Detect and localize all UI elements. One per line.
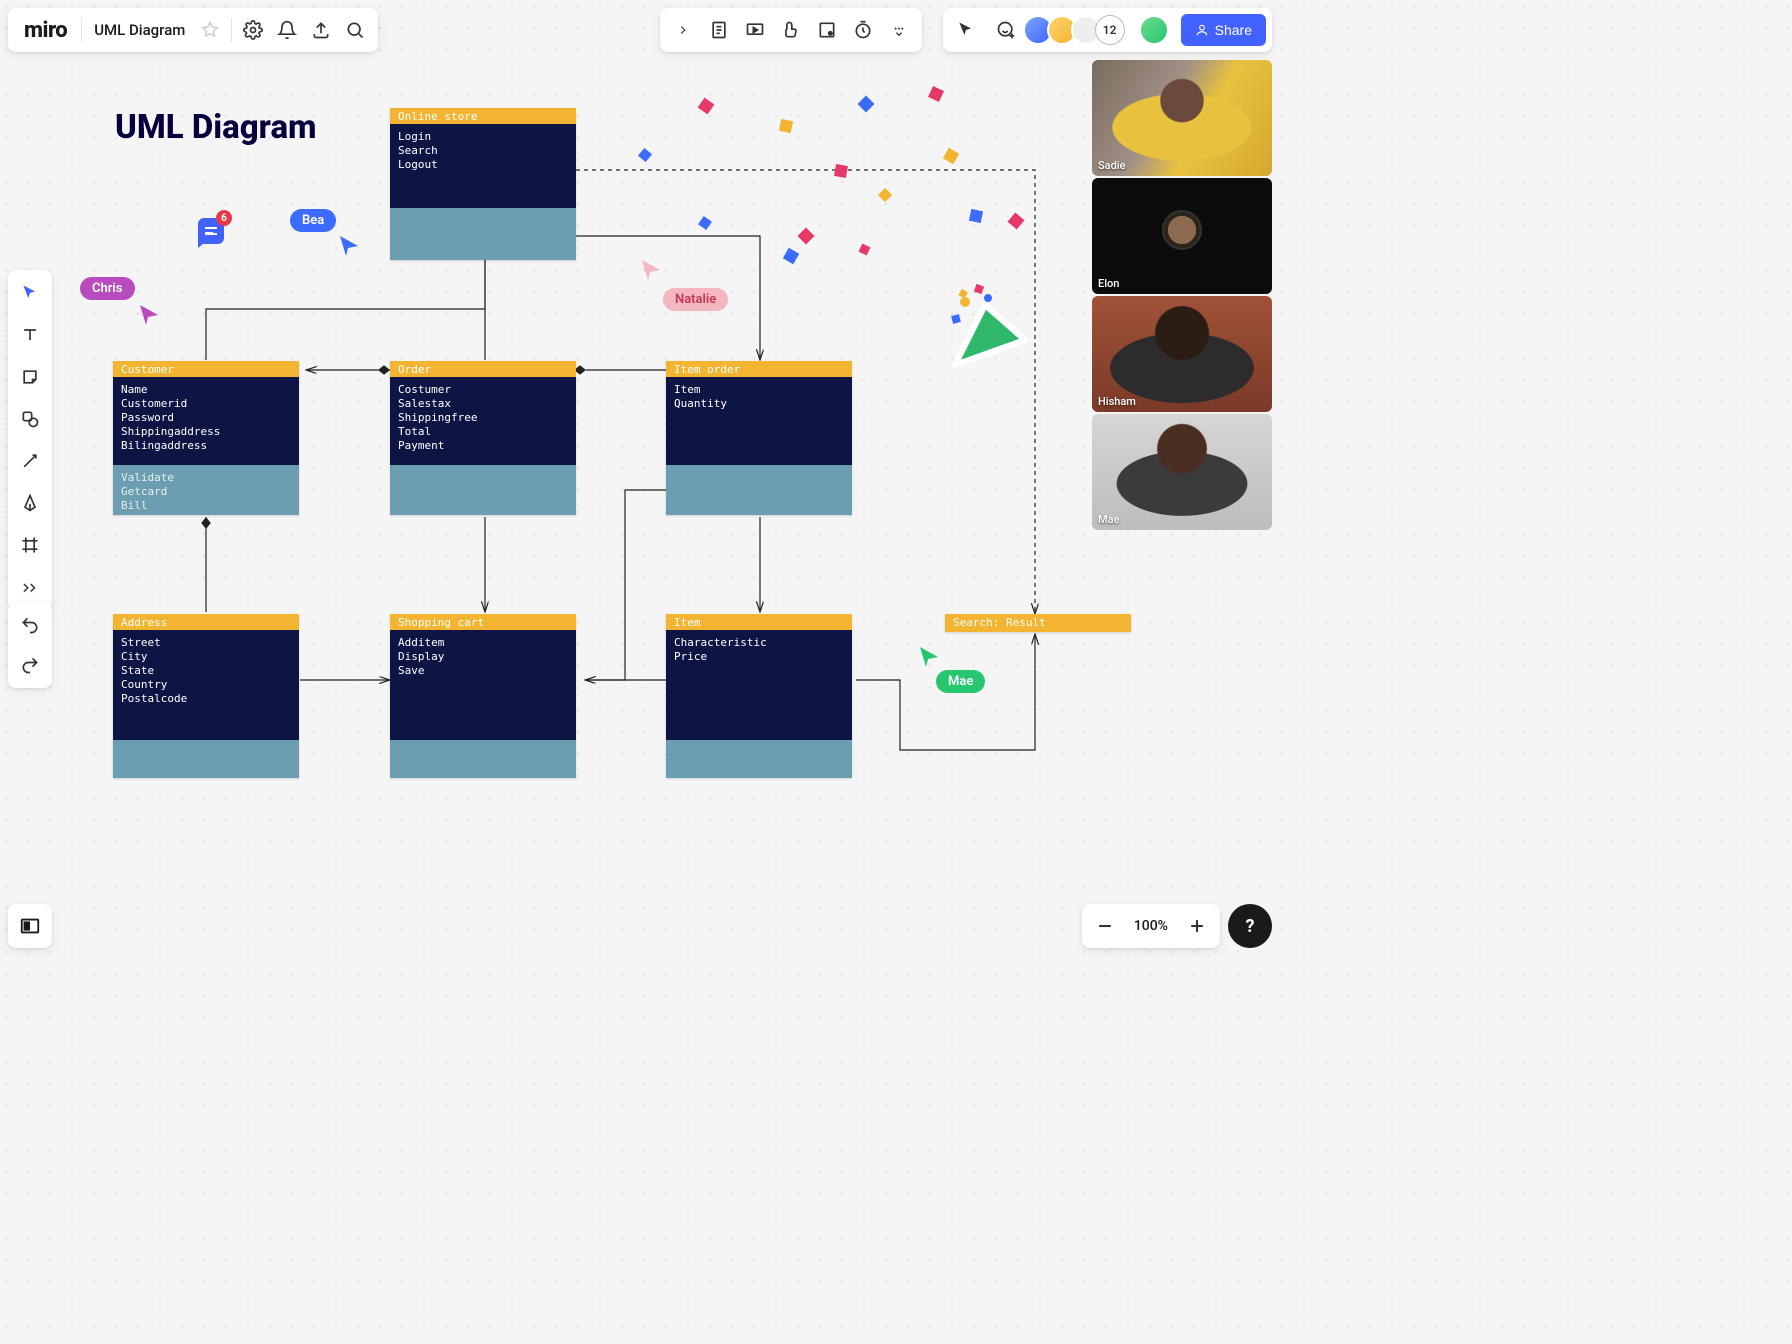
- uml-order[interactable]: Order Costumer Salestax Shippingfree Tot…: [390, 361, 576, 515]
- zoom-out-icon[interactable]: [1088, 909, 1122, 943]
- uml-footer-pad: [113, 740, 299, 778]
- undo-icon[interactable]: [13, 608, 47, 642]
- video-tile[interactable]: Hisham: [1092, 296, 1272, 412]
- video-name: Hisham: [1098, 395, 1136, 408]
- uml-body: Street City State Country Postalcode: [113, 630, 299, 740]
- party-popper-sticker[interactable]: [930, 270, 1040, 380]
- export-icon[interactable]: [304, 13, 338, 47]
- cursor-pointer-chris: [140, 305, 162, 327]
- uml-item[interactable]: Item Characteristic Price: [666, 614, 852, 778]
- uml-online-store[interactable]: Online store Login Search Logout: [390, 108, 576, 260]
- private-icon[interactable]: [810, 13, 844, 47]
- more-icon[interactable]: [882, 13, 916, 47]
- sticky-tool-icon[interactable]: [13, 360, 47, 394]
- pen-tool-icon[interactable]: [13, 486, 47, 520]
- cursor-pointer-natalie: [640, 258, 662, 280]
- uml-search[interactable]: Search: Result: [945, 614, 1131, 632]
- top-left-toolbar: miro UML Diagram: [8, 8, 378, 52]
- uml-footer-pad: [666, 465, 852, 515]
- video-tile[interactable]: Sadie: [1092, 60, 1272, 176]
- video-name: Sadie: [1098, 159, 1125, 172]
- uml-title: Search: Result: [945, 614, 1131, 632]
- comment-icon: [205, 227, 217, 235]
- divider: [231, 18, 232, 42]
- uml-title: Shopping cart: [390, 614, 576, 630]
- zoom-in-icon[interactable]: [1180, 909, 1214, 943]
- uml-title: Online store: [390, 108, 576, 124]
- miro-logo[interactable]: miro: [14, 18, 77, 43]
- uml-item-order[interactable]: Item order Item Quantity: [666, 361, 852, 515]
- video-sidebar: Sadie Elon Hisham Mae: [1092, 60, 1272, 530]
- shape-tool-icon[interactable]: [13, 402, 47, 436]
- page-title: UML Diagram: [115, 108, 317, 147]
- cursor-pointer-bea: [340, 236, 362, 258]
- settings-icon[interactable]: [236, 13, 270, 47]
- uml-body: Characteristic Price: [666, 630, 852, 740]
- cursor-label-natalie: Natalie: [663, 288, 728, 311]
- uml-body: Additem Display Save: [390, 630, 576, 740]
- undo-redo-toolbar: [8, 602, 52, 688]
- select-tool-icon[interactable]: [13, 276, 47, 310]
- reactions-icon[interactable]: [989, 13, 1023, 47]
- comment-badge[interactable]: 6: [198, 218, 224, 244]
- uml-title: Item order: [666, 361, 852, 377]
- uml-title: Order: [390, 361, 576, 377]
- search-icon[interactable]: [338, 13, 372, 47]
- text-tool-icon[interactable]: [13, 318, 47, 352]
- avatar-overflow-count[interactable]: 12: [1095, 15, 1125, 45]
- uml-address[interactable]: Address Street City State Country Postal…: [113, 614, 299, 778]
- share-label: Share: [1215, 22, 1252, 38]
- present-icon[interactable]: [738, 13, 772, 47]
- uml-shopping-cart[interactable]: Shopping cart Additem Display Save: [390, 614, 576, 778]
- uml-footer-pad: [390, 208, 576, 260]
- uml-body: Costumer Salestax Shippingfree Total Pay…: [390, 377, 576, 465]
- cursor-label-chris: Chris: [80, 277, 135, 300]
- video-tile[interactable]: Mae: [1092, 414, 1272, 530]
- zoom-toolbar: 100%: [1082, 904, 1220, 948]
- board-name[interactable]: UML Diagram: [86, 21, 193, 39]
- more-tools-icon[interactable]: [13, 570, 47, 604]
- uml-footer-pad: [390, 740, 576, 778]
- top-center-toolbar: [660, 8, 922, 52]
- redo-icon[interactable]: [13, 648, 47, 682]
- left-toolbar: [8, 270, 52, 610]
- star-icon[interactable]: [193, 13, 227, 47]
- video-name: Mae: [1098, 513, 1119, 526]
- uml-body: Item Quantity: [666, 377, 852, 465]
- share-button[interactable]: Share: [1181, 14, 1266, 46]
- uml-body: Name Customerid Password Shippingaddress…: [113, 377, 299, 465]
- uml-footer-pad: [390, 465, 576, 515]
- help-button[interactable]: ?: [1228, 904, 1272, 948]
- comment-count: 6: [216, 210, 232, 226]
- cursor-label-bea: Bea: [290, 209, 336, 232]
- video-tile[interactable]: Elon: [1092, 178, 1272, 294]
- notes-icon[interactable]: [702, 13, 736, 47]
- uml-title: Address: [113, 614, 299, 630]
- cursor-follow-icon[interactable]: [949, 13, 983, 47]
- cursor-pointer-mae: [918, 645, 940, 667]
- uml-customer[interactable]: Customer Name Customerid Password Shippi…: [113, 361, 299, 515]
- zoom-level[interactable]: 100%: [1126, 918, 1176, 934]
- line-tool-icon[interactable]: [13, 444, 47, 478]
- avatar-self[interactable]: [1139, 15, 1169, 45]
- minimap-toggle[interactable]: [8, 904, 52, 948]
- vote-icon[interactable]: [774, 13, 808, 47]
- uml-body: Login Search Logout: [390, 124, 576, 208]
- video-name: Elon: [1098, 277, 1119, 290]
- uml-footer-pad: [666, 740, 852, 778]
- top-right-toolbar: 12 Share: [943, 8, 1272, 52]
- bell-icon[interactable]: [270, 13, 304, 47]
- uml-foot: Validate Getcard Bill: [113, 465, 299, 515]
- chevron-right-icon[interactable]: [666, 13, 700, 47]
- avatar-stack[interactable]: 12: [1029, 15, 1125, 45]
- uml-title: Customer: [113, 361, 299, 377]
- cursor-label-mae: Mae: [936, 670, 985, 693]
- uml-title: Item: [666, 614, 852, 630]
- divider: [81, 18, 82, 42]
- frame-tool-icon[interactable]: [13, 528, 47, 562]
- timer-icon[interactable]: [846, 13, 880, 47]
